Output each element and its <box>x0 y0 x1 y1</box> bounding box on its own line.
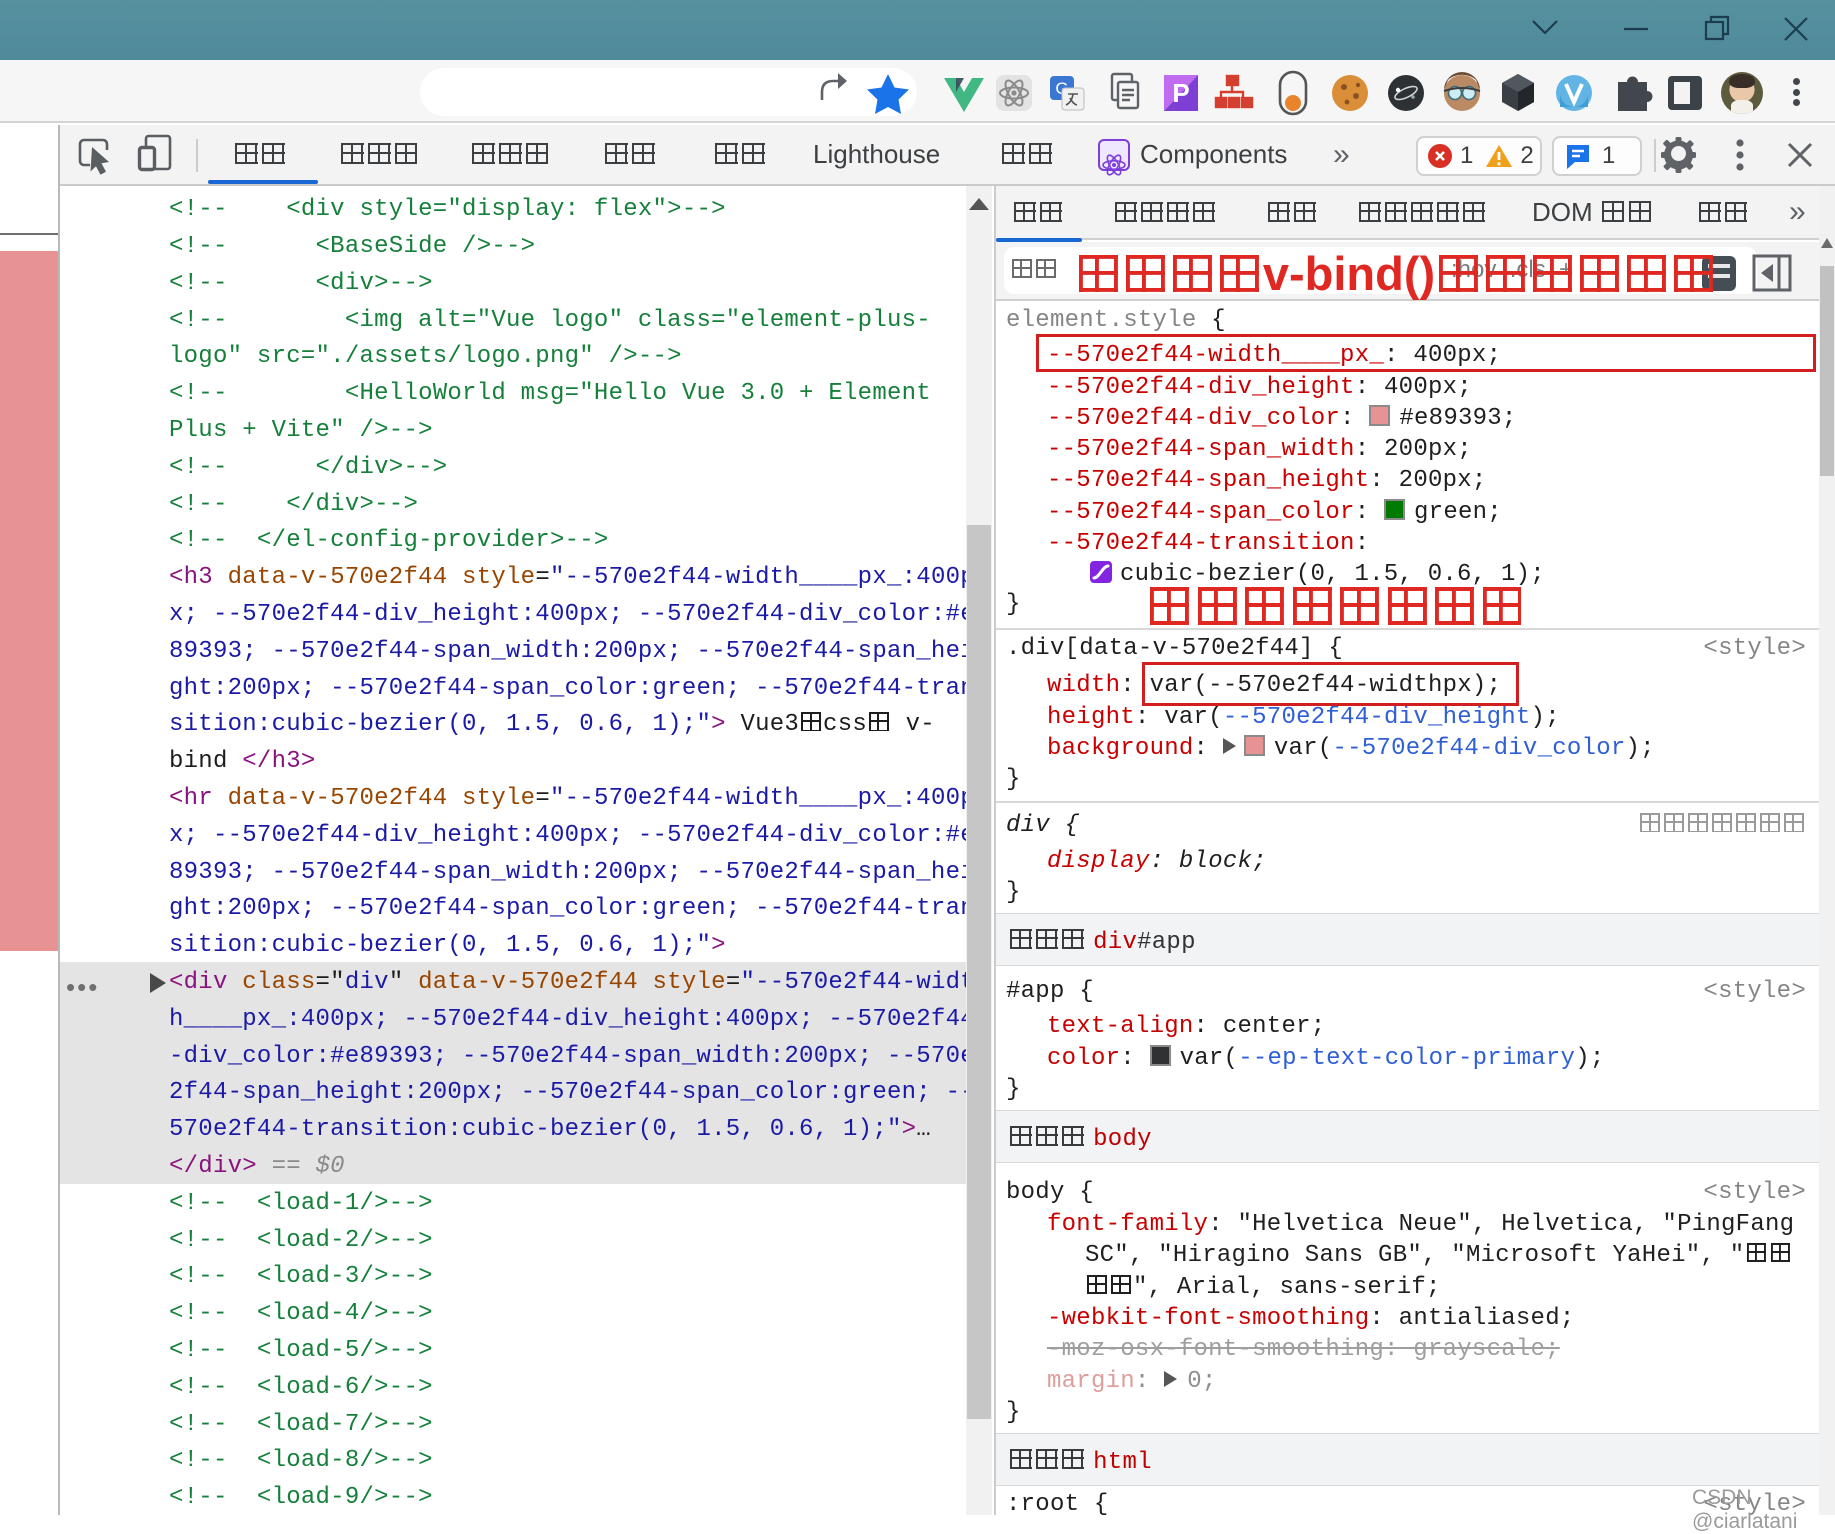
svg-text:P: P <box>1172 78 1189 108</box>
